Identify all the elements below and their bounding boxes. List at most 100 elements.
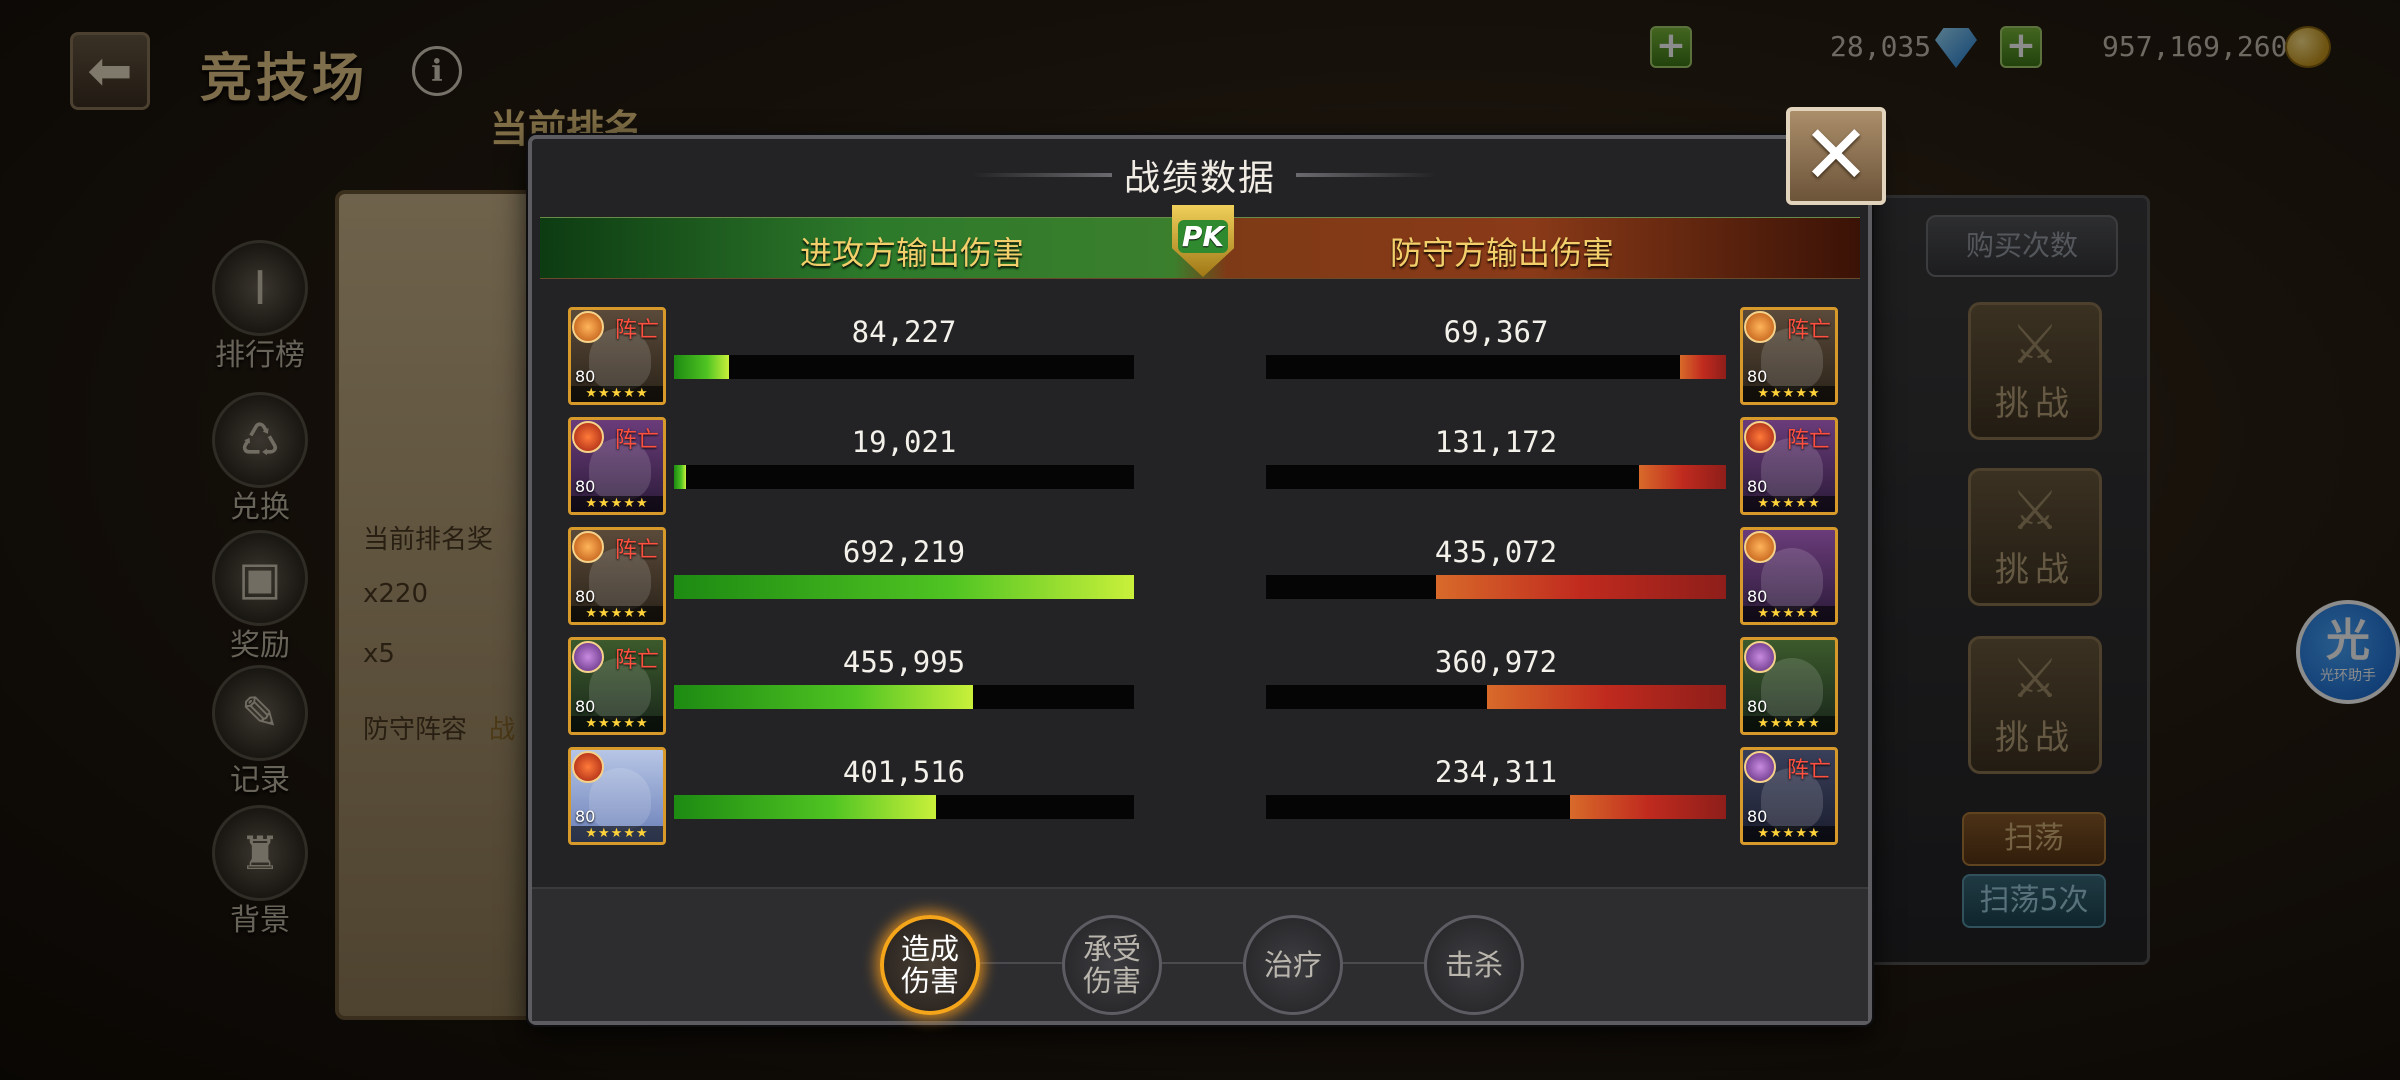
star-rating: ★★★★★ — [571, 716, 663, 732]
exchange-icon: ♺ — [212, 392, 308, 488]
side-item-background[interactable]: ♜ 背景 — [205, 805, 315, 939]
attacker-damage-value: 455,995 — [842, 645, 966, 679]
challenge-label: 挑战 — [1995, 550, 2075, 590]
defender-hero-portrait[interactable]: 阵亡 80 ★★★★★ — [1740, 747, 1838, 845]
gem-icon — [1935, 28, 1977, 68]
attacker-damage-bar — [674, 575, 1134, 599]
dead-label: 阵亡 — [614, 318, 659, 343]
defender-damage-fill — [1569, 795, 1726, 819]
attacker-hero-portrait[interactable]: 80 ★★★★★ — [568, 747, 666, 845]
side-item-label: 背景 — [230, 903, 290, 938]
attacker-hero-portrait[interactable]: 阵亡 80 ★★★★★ — [568, 307, 666, 405]
defender-hero-portrait[interactable]: 80 ★★★★★ — [1740, 527, 1838, 625]
tab-label: 治疗 — [1263, 948, 1322, 982]
dead-label: 阵亡 — [614, 428, 659, 453]
chest-icon: ▣ — [212, 530, 308, 626]
title-decoration-right — [1296, 173, 1436, 177]
defender-damage-value: 131,172 — [1434, 425, 1558, 459]
tab-connector-line — [922, 962, 1482, 964]
buy-attempts-button[interactable]: 购买次数 — [1926, 215, 2118, 277]
damage-row: 阵亡 80 ★★★★★ 80 ★★★★★ 692,219 435,072 — [532, 527, 1868, 637]
damage-row: 阵亡 80 ★★★★★ 阵亡 80 ★★★★★ 19,021 131,172 — [532, 417, 1868, 527]
defender-hero-portrait[interactable]: 阵亡 80 ★★★★★ — [1740, 417, 1838, 515]
defender-damage-bar — [1266, 465, 1726, 489]
attacker-damage-value: 692,219 — [842, 535, 966, 569]
star-rating: ★★★★★ — [571, 606, 663, 622]
hero-level: 80 — [1747, 807, 1768, 826]
damage-row: 80 ★★★★★ 阵亡 80 ★★★★★ 401,516 234,311 — [532, 747, 1868, 857]
element-icon — [1744, 641, 1776, 673]
back-button[interactable]: ⬅ — [70, 32, 150, 110]
battle-power-label: 战 — [489, 715, 516, 745]
gem-reward-count: x220 — [363, 579, 429, 609]
attacker-damage-fill — [674, 795, 937, 819]
defender-damage-fill — [1680, 355, 1726, 379]
defender-hero-portrait[interactable]: 80 ★★★★★ — [1740, 637, 1838, 735]
attacker-damage-fill — [674, 575, 1134, 599]
helper-logo: 光 — [2326, 615, 2370, 666]
attacker-damage-value: 84,227 — [851, 315, 957, 349]
sweep-button[interactable]: 扫荡 — [1962, 812, 2106, 866]
castle-icon: ♜ — [212, 805, 308, 901]
attacker-hero-portrait[interactable]: 阵亡 80 ★★★★★ — [568, 527, 666, 625]
side-item-label: 兑换 — [230, 490, 290, 525]
defender-damage-value: 69,367 — [1443, 315, 1549, 349]
attacker-damage-bar — [674, 685, 1134, 709]
side-item-rewards[interactable]: ▣ 奖励 — [205, 530, 315, 664]
attacker-damage-value: 19,021 — [851, 425, 957, 459]
element-icon — [572, 311, 604, 343]
dead-label: 阵亡 — [614, 648, 659, 673]
hero-level: 80 — [575, 367, 596, 386]
stat-tab-bar: 造成 伤害 承受 伤害 治疗 击杀 — [532, 887, 1868, 1021]
helper-float-button[interactable]: 光 光环助手 — [2296, 600, 2400, 704]
defender-header: 防守方输出伤害 — [1390, 234, 1615, 272]
attacker-damage-bar — [674, 355, 1134, 379]
tab-label-line2: 伤害 — [1082, 964, 1141, 998]
challenge-button[interactable]: ⚔ 挑战 — [1968, 302, 2102, 440]
sweep-5-button[interactable]: 扫荡5次 — [1962, 874, 2106, 928]
defender-hero-portrait[interactable]: 阵亡 80 ★★★★★ — [1740, 307, 1838, 405]
tab-damage-taken[interactable]: 承受 伤害 — [1062, 915, 1162, 1015]
defender-damage-fill — [1638, 465, 1726, 489]
tab-kills[interactable]: 击杀 — [1424, 915, 1524, 1015]
hero-level: 80 — [575, 807, 596, 826]
book-icon: ✎ — [212, 665, 308, 761]
close-button[interactable]: ✕ — [1786, 107, 1886, 205]
rank-reward-label: 当前排名奖 — [363, 525, 494, 555]
challenge-button[interactable]: ⚔ 挑战 — [1968, 468, 2102, 606]
star-rating: ★★★★★ — [1743, 496, 1835, 512]
dead-label: 阵亡 — [1786, 758, 1831, 783]
challenge-button[interactable]: ⚔ 挑战 — [1968, 636, 2102, 774]
attacker-damage-fill — [674, 465, 687, 489]
defender-damage-value: 234,311 — [1434, 755, 1558, 789]
trophy-icon: Ⅰ — [212, 240, 308, 336]
page-title: 竞技场 — [200, 49, 369, 109]
element-icon — [1744, 751, 1776, 783]
star-rating: ★★★★★ — [571, 826, 663, 842]
gold-count: 957,169,260 — [2102, 30, 2288, 63]
defender-damage-bar — [1266, 795, 1726, 819]
info-icon[interactable]: i — [412, 46, 462, 96]
defender-damage-bar — [1266, 355, 1726, 379]
star-rating: ★★★★★ — [571, 386, 663, 402]
modal-title: 战绩数据 — [1123, 158, 1276, 199]
defender-damage-fill — [1436, 575, 1726, 599]
side-item-records[interactable]: ✎ 记录 — [205, 665, 315, 799]
add-gold-button[interactable]: + — [2000, 26, 2042, 68]
attacker-hero-portrait[interactable]: 阵亡 80 ★★★★★ — [568, 417, 666, 515]
crossed-swords-icon: ⚔ — [2010, 647, 2060, 710]
attacker-header: 进攻方输出伤害 — [800, 234, 1025, 272]
battle-stats-modal: 战绩数据 进攻方输出伤害 防守方输出伤害 PK 阵亡 80 ★★★★★ 阵亡 80 ★★★… — [528, 135, 1872, 1025]
element-icon — [572, 531, 604, 563]
add-gems-button[interactable]: + — [1650, 26, 1692, 68]
star-rating: ★★★★★ — [571, 496, 663, 512]
side-item-ranking[interactable]: Ⅰ 排行榜 — [205, 240, 315, 374]
side-item-exchange[interactable]: ♺ 兑换 — [205, 392, 315, 526]
challenge-label: 挑战 — [1995, 384, 2075, 424]
tab-damage-dealt[interactable]: 造成 伤害 — [880, 915, 980, 1015]
side-item-label: 记录 — [230, 763, 290, 798]
hero-level: 80 — [575, 477, 596, 496]
star-rating: ★★★★★ — [1743, 826, 1835, 842]
tab-healing[interactable]: 治疗 — [1243, 915, 1343, 1015]
attacker-hero-portrait[interactable]: 阵亡 80 ★★★★★ — [568, 637, 666, 735]
